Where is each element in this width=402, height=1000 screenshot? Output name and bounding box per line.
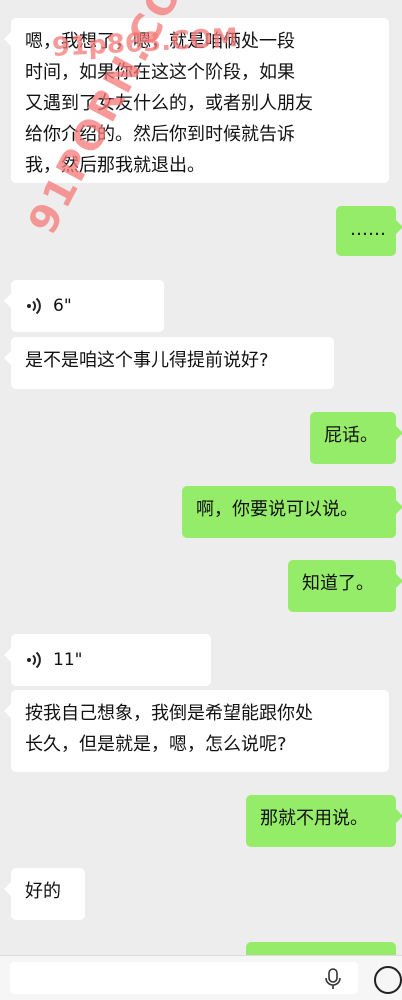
voice-duration: 6" [53,295,72,316]
message-bubble-incoming[interactable]: 好的 [4,868,85,920]
message-bubble-incoming[interactable]: 是不是咱这个事儿得提前说好? [4,337,334,389]
message-bubble-incoming[interactable]: 嗯，我想了，嗯，就是咱俩处一段 时间，如果你在这这个阶段，如果 又遇到了女友什么… [4,18,389,183]
voice-message[interactable]: 6" [4,280,164,332]
message-bubble-outgoing[interactable]: 啊，你要说可以说。 [182,486,402,538]
chat-area: 嗯，我想了，嗯，就是咱俩处一段 时间，如果你在这这个阶段，如果 又遇到了女友什么… [0,0,402,1000]
voice-duration: 11" [53,649,83,670]
message-bubble-outgoing[interactable]: 屁话。 [310,412,402,464]
input-bar [0,955,402,1000]
voice-wave-icon [27,651,41,669]
emoji-icon[interactable] [374,966,402,994]
message-bubble-outgoing[interactable]: …… [336,206,402,256]
message-bubble-outgoing[interactable]: 知道了。 [288,560,402,612]
voice-wave-icon [27,297,41,315]
message-input[interactable] [10,962,358,994]
mic-icon[interactable] [324,968,342,990]
voice-message[interactable]: 11" [4,634,211,686]
message-bubble-incoming[interactable]: 按我自己想象，我倒是希望能跟你处 长久，但是就是，嗯，怎么说呢? [4,690,389,772]
message-bubble-outgoing[interactable]: 那就不用说。 [246,795,402,847]
